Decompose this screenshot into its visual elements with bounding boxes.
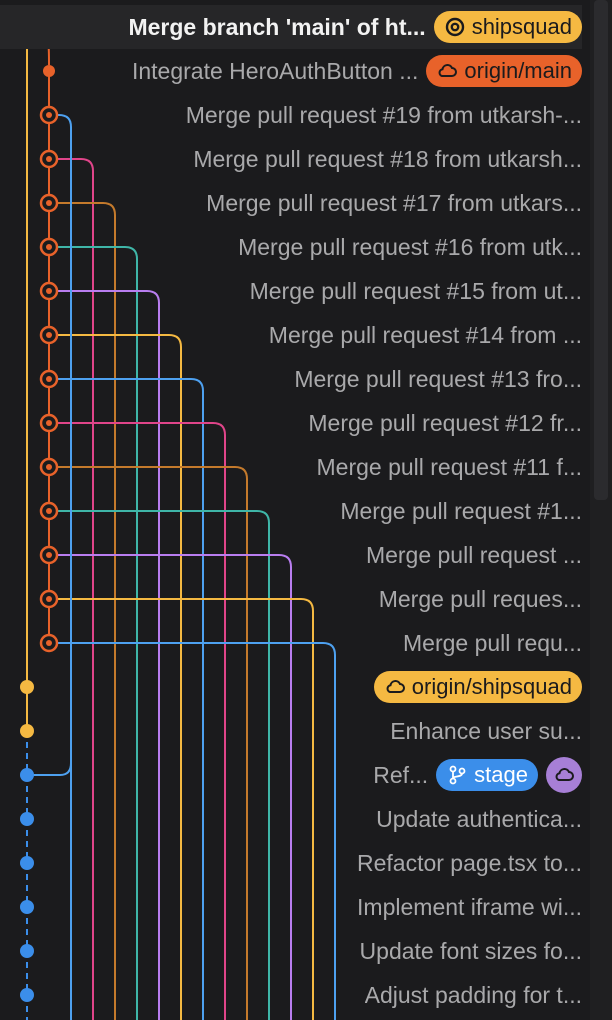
commit-message: Integrate HeroAuthButton ... [131, 57, 419, 84]
commit-row[interactable]: Merge pull request #18 from utkarsh... [117, 137, 582, 181]
branch-line [57, 466, 248, 1020]
merge-commit-node [46, 288, 52, 294]
branch-line [57, 158, 94, 1020]
commit-node [20, 724, 34, 738]
commit-message: Merge pull request #1... [340, 497, 582, 524]
ref-badge-label: stage [474, 762, 528, 787]
branch-line [57, 642, 336, 1020]
merge-commit-node [46, 200, 52, 206]
commit-row[interactable]: Integrate HeroAuthButton ... origin/main [72, 49, 582, 93]
target-icon [444, 16, 466, 38]
commit-message: Merge pull request #13 fro... [294, 365, 582, 392]
commit-message: Merge pull requ... [403, 629, 582, 656]
commit-message: Merge pull request #19 from utkarsh-... [185, 101, 582, 128]
merge-commit-node [46, 508, 52, 514]
commit-row[interactable]: Refactor page.tsx to... [315, 841, 582, 885]
commit-message: Implement iframe wi... [357, 893, 582, 920]
commit-message: Merge pull request #11 f... [316, 453, 583, 480]
commit-row[interactable]: Merge pull request #12 fr... [249, 401, 582, 445]
commit-message: Merge pull request #16 from utk... [238, 233, 582, 260]
commit-node [43, 65, 55, 77]
merge-commit-node [46, 244, 52, 250]
commit-message: Merge pull request #18 from utkarsh... [193, 145, 582, 172]
commit-message: Merge pull request #17 from utkars... [206, 189, 582, 216]
ref-badge-label: shipsquad [471, 14, 572, 39]
ref-badge-label: origin/shipsquad [411, 674, 572, 699]
merge-commit-node [46, 332, 52, 338]
commit-message: Update authentica... [376, 805, 582, 832]
commit-row[interactable]: Update authentica... [337, 797, 582, 841]
commit-row[interactable]: Merge pull requ... [359, 621, 582, 665]
ref-badge-stage[interactable]: stage [436, 759, 538, 791]
commit-message: Adjust padding for t... [364, 981, 582, 1008]
branch-line [57, 334, 182, 1020]
merge-commit-node [46, 640, 52, 646]
merge-commit-node [46, 376, 52, 382]
commit-message: Merge pull reques... [378, 585, 582, 612]
commit-message: Merge branch 'main' of ht... [128, 13, 426, 40]
commit-node [20, 680, 34, 694]
commit-row[interactable]: Merge pull request #1... [293, 489, 582, 533]
branch-line [57, 246, 138, 1020]
commit-node [20, 944, 34, 958]
commit-row[interactable]: Implement iframe wi... [315, 885, 582, 929]
commit-row[interactable]: Merge pull request #16 from utk... [161, 225, 582, 269]
merge-commit-node [46, 156, 52, 162]
cloud-icon [436, 60, 458, 82]
merge-commit-node [46, 112, 52, 118]
commit-row[interactable]: Merge pull request #14 from ... [205, 313, 582, 357]
commit-row[interactable]: Merge pull request #13 fro... [227, 357, 582, 401]
commit-row[interactable]: Merge pull request ... [315, 533, 582, 577]
commit-message: Merge pull request #12 fr... [308, 409, 582, 436]
commit-row[interactable]: Merge pull request #17 from utkars... [139, 181, 582, 225]
commit-node [20, 856, 34, 870]
commit-row[interactable]: Adjust padding for t... [315, 973, 582, 1017]
commit-message: Enhance user su... [390, 717, 582, 744]
merge-commit-node [46, 420, 52, 426]
vertical-scrollbar[interactable] [590, 0, 612, 1020]
remote-cloud-badge[interactable] [546, 757, 582, 793]
branch-line [57, 510, 270, 1020]
commit-row[interactable]: Ref... stage [359, 753, 582, 797]
commit-row[interactable]: origin/shipsquad [359, 665, 582, 709]
commit-row[interactable]: Merge pull request #15 from ut... [183, 269, 582, 313]
commit-message: Merge pull request ... [365, 541, 582, 568]
commit-node [20, 768, 34, 782]
commit-message: Merge pull request #15 from ut... [249, 277, 582, 304]
ref-badge-origin-main[interactable]: origin/main [426, 55, 582, 87]
ref-badge-label: origin/main [464, 58, 572, 83]
commit-message: Merge pull request #14 from ... [268, 321, 582, 348]
commit-row[interactable]: Merge pull request #19 from utkarsh-... [95, 93, 582, 137]
branch-line [57, 290, 160, 1020]
merge-commit-node [46, 596, 52, 602]
branch-line [57, 114, 72, 1020]
commit-row[interactable]: Update font sizes fo... [315, 929, 582, 973]
branch-line [57, 202, 116, 1020]
ref-badge-shipsquad[interactable]: shipsquad [433, 11, 582, 43]
commit-node [20, 900, 34, 914]
cloud-icon [553, 764, 575, 786]
branch-line [57, 422, 226, 1020]
ref-badge-origin-shipsquad[interactable]: origin/shipsquad [373, 671, 582, 703]
commit-node [20, 988, 34, 1002]
commit-row[interactable]: Merge pull request #11 f... [271, 445, 583, 489]
merge-commit-node [46, 464, 52, 470]
scrollbar-thumb[interactable] [594, 0, 608, 500]
commit-node [20, 812, 34, 826]
commit-row[interactable]: Merge branch 'main' of ht... shipsquad [0, 5, 582, 49]
git-branch-icon [446, 764, 468, 786]
commit-message: Ref... [373, 761, 429, 788]
cloud-icon [384, 676, 406, 698]
merge-commit-node [46, 552, 52, 558]
commit-row[interactable]: Enhance user su... [359, 709, 582, 753]
commit-row[interactable]: Merge pull reques... [337, 577, 582, 621]
commit-message: Refactor page.tsx to... [356, 849, 582, 876]
branch-line [57, 598, 314, 1020]
commit-message: Update font sizes fo... [359, 937, 582, 964]
